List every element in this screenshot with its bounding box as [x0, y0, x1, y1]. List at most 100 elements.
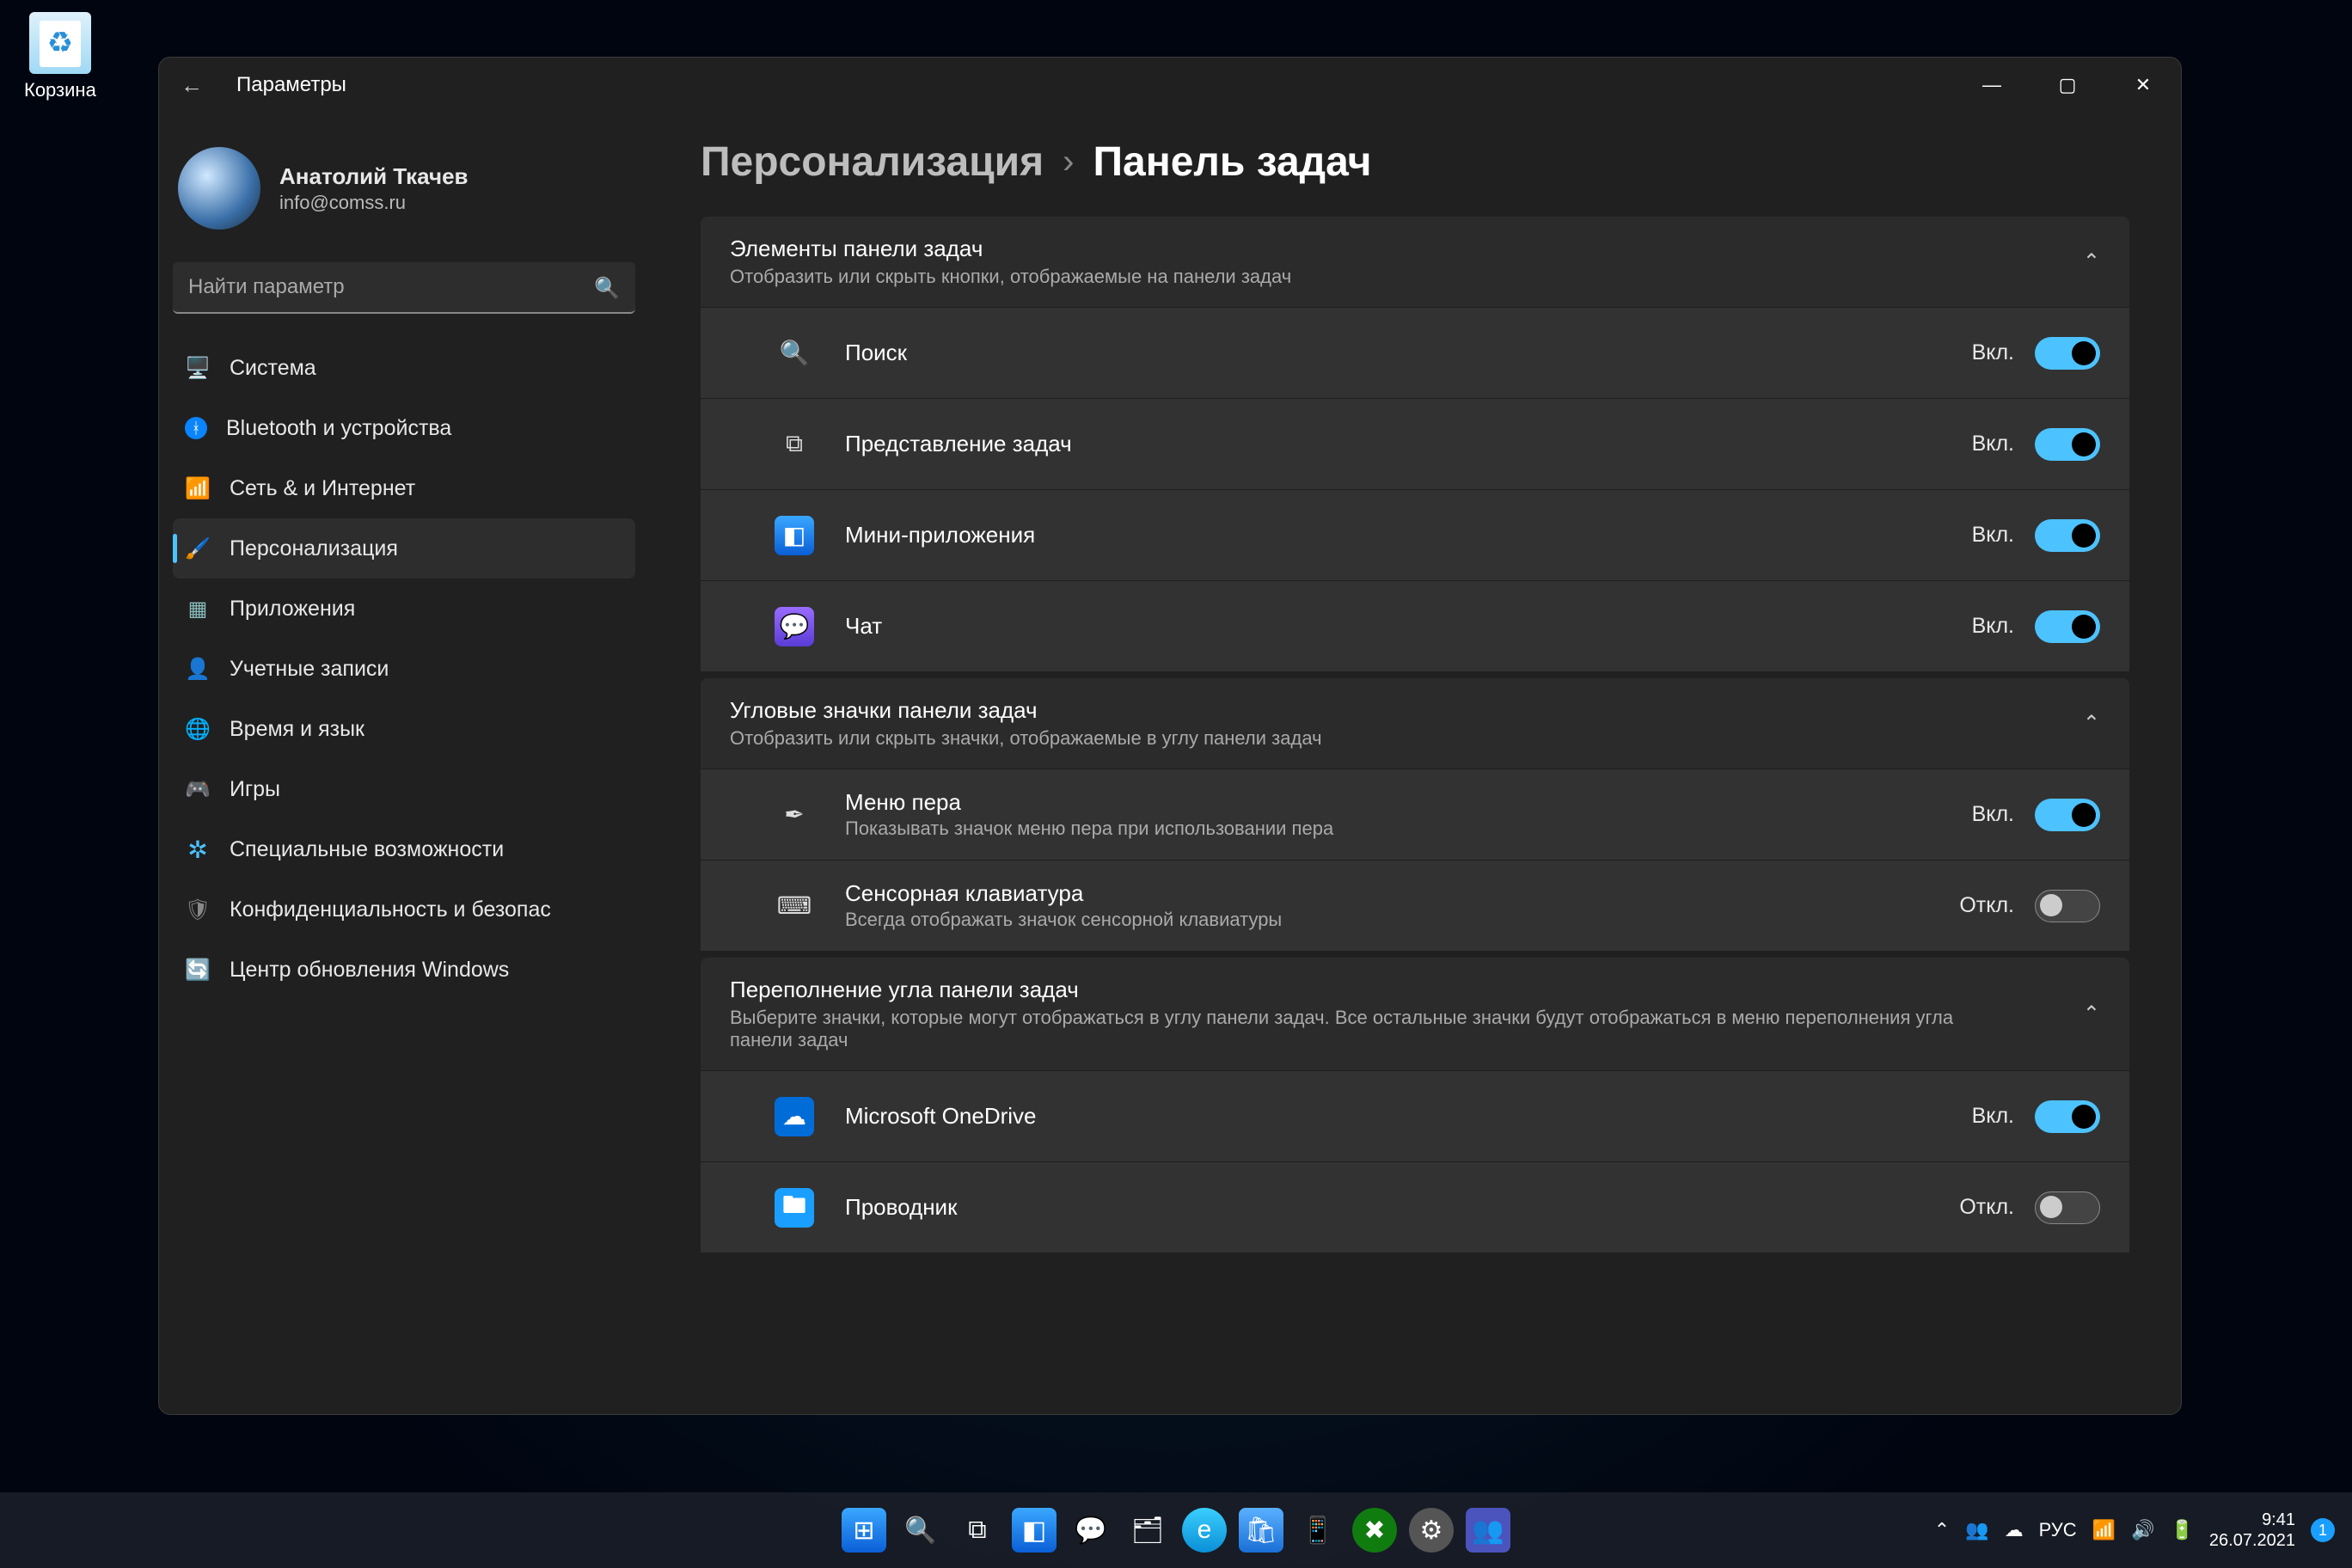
- search-box[interactable]: 🔍: [173, 262, 635, 314]
- tray-date: 26.07.2021: [2209, 1530, 2295, 1551]
- sidebar-icon: 🎮: [185, 776, 211, 802]
- tray-teams-icon[interactable]: 👥: [1965, 1519, 1988, 1541]
- section-corner-icons: Угловые значки панели задач Отобразить и…: [701, 678, 2129, 951]
- sidebar-icon: 🖌️: [185, 536, 211, 561]
- sidebar-icon: ✲: [185, 836, 211, 862]
- section-title: Элементы панели задач: [730, 236, 1291, 262]
- toggle-state-label: Вкл.: [1972, 614, 2014, 639]
- profile-name: Анатолий Ткачев: [279, 163, 469, 190]
- tray-onedrive-icon[interactable]: ☁: [2005, 1519, 2024, 1541]
- explorer-icon[interactable]: 🗂: [1125, 1508, 1170, 1553]
- section-subtitle: Отобразить или скрыть значки, отображаем…: [730, 727, 1322, 750]
- section-taskbar-items: Элементы панели задач Отобразить или скр…: [701, 217, 2129, 671]
- sidebar-item-1[interactable]: ᚼBluetooth и устройства: [173, 398, 635, 458]
- start-icon[interactable]: ⊞: [842, 1508, 886, 1553]
- sidebar-item-label: Приложения: [230, 597, 355, 622]
- search-icon: 🔍: [594, 276, 620, 301]
- setting-label: Мини-приложения: [845, 522, 1035, 548]
- setting-label: Меню пера: [845, 789, 1333, 816]
- back-button[interactable]: ←: [168, 72, 216, 99]
- sidebar-item-7[interactable]: 🎮Игры: [173, 759, 635, 819]
- settings-icon[interactable]: ⚙: [1409, 1508, 1454, 1553]
- tray-battery-icon[interactable]: 🔋: [2170, 1519, 2193, 1541]
- minimize-button[interactable]: —: [1954, 58, 2030, 113]
- sidebar-item-5[interactable]: 👤Учетные записи: [173, 639, 635, 699]
- toggle-switch[interactable]: [2035, 1100, 2100, 1133]
- section-header[interactable]: Элементы панели задач Отобразить или скр…: [701, 217, 2129, 307]
- setting-icon: 🖿: [775, 1188, 814, 1228]
- tray-clock[interactable]: 9:41 26.07.2021: [2209, 1510, 2295, 1551]
- sidebar-item-2[interactable]: 📶Сеть & и Интернет: [173, 458, 635, 518]
- setting-icon: 🔍: [775, 334, 814, 373]
- setting-icon: ⌨: [775, 886, 814, 926]
- chat-icon[interactable]: 💬: [1069, 1508, 1113, 1553]
- notification-badge[interactable]: 1: [2311, 1518, 2335, 1542]
- setting-icon: ◧: [775, 516, 814, 555]
- toggle-state-label: Откл.: [1959, 893, 2014, 918]
- toggle-switch[interactable]: [2035, 428, 2100, 461]
- sidebar-item-label: Персонализация: [230, 536, 398, 561]
- toggle-switch[interactable]: [2035, 890, 2100, 922]
- sidebar-item-label: Конфиденциальность и безопас: [230, 897, 551, 922]
- sidebar-item-9[interactable]: 🛡Конфиденциальность и безопас: [173, 879, 635, 940]
- toggle-state-label: Вкл.: [1972, 802, 2014, 827]
- breadcrumb-parent[interactable]: Персонализация: [701, 138, 1044, 186]
- tray-wifi-icon[interactable]: 📶: [2092, 1519, 2116, 1541]
- avatar: [178, 147, 260, 230]
- toggle-switch[interactable]: [2035, 799, 2100, 831]
- setting-label: Проводник: [845, 1194, 957, 1221]
- sidebar-item-label: Время и язык: [230, 717, 364, 742]
- teams-icon[interactable]: 👥: [1466, 1508, 1510, 1553]
- settings-window: ← Параметры — ▢ ✕ Анатолий Ткачев info@c…: [158, 57, 2182, 1415]
- section-header[interactable]: Переполнение угла панели задач Выберите …: [701, 958, 2129, 1070]
- search-input[interactable]: [173, 262, 635, 314]
- tray-overflow-icon[interactable]: ⌃: [1934, 1519, 1950, 1541]
- section-header[interactable]: Угловые значки панели задач Отобразить и…: [701, 678, 2129, 769]
- sidebar-item-10[interactable]: 🔄Центр обновления Windows: [173, 940, 635, 1000]
- search-icon[interactable]: 🔍: [898, 1508, 943, 1553]
- tray-sound-icon[interactable]: 🔊: [2131, 1519, 2154, 1541]
- chevron-right-icon: ›: [1063, 143, 1074, 181]
- widgets-icon[interactable]: ◧: [1012, 1508, 1057, 1553]
- toggle-state-label: Вкл.: [1972, 432, 2014, 456]
- store-icon[interactable]: 🛍: [1239, 1508, 1283, 1553]
- setting-row: 🔍ПоискВкл.: [701, 307, 2129, 398]
- toggle-state-label: Вкл.: [1972, 340, 2014, 365]
- chevron-up-icon: ⌃: [2066, 249, 2100, 274]
- profile[interactable]: Анатолий Ткачев info@comss.ru: [173, 130, 635, 255]
- setting-row: ☁Microsoft OneDriveВкл.: [701, 1070, 2129, 1161]
- recycle-bin-label: Корзина: [24, 79, 96, 101]
- toggle-state-label: Откл.: [1959, 1195, 2014, 1220]
- xbox-icon[interactable]: ✖: [1352, 1508, 1397, 1553]
- sidebar-item-6[interactable]: 🌐 Время и язык: [173, 699, 635, 759]
- toggle-switch[interactable]: [2035, 519, 2100, 552]
- toggle-switch[interactable]: [2035, 337, 2100, 370]
- close-button[interactable]: ✕: [2105, 58, 2181, 113]
- edge-icon[interactable]: e: [1182, 1508, 1227, 1553]
- setting-label: Сенсорная клавиатура: [845, 880, 1282, 907]
- phone-icon[interactable]: 📱: [1295, 1508, 1340, 1553]
- sidebar-icon: 🌐: [185, 716, 211, 742]
- systray: ⌃ 👥 ☁ РУС 📶 🔊 🔋 9:41 26.07.2021 1: [1934, 1510, 2352, 1551]
- tray-time: 9:41: [2209, 1510, 2295, 1530]
- sidebar-item-0[interactable]: 🖥️Система: [173, 338, 635, 398]
- toggle-switch[interactable]: [2035, 610, 2100, 643]
- sidebar-item-4[interactable]: ▦Приложения: [173, 579, 635, 639]
- sidebar-item-8[interactable]: ✲ Специальные возможности: [173, 819, 635, 879]
- profile-email: info@comss.ru: [279, 192, 469, 214]
- section-title: Переполнение угла панели задач: [730, 977, 1976, 1003]
- sidebar-icon: 👤: [185, 656, 211, 682]
- maximize-button[interactable]: ▢: [2030, 58, 2105, 113]
- sidebar: Анатолий Ткачев info@comss.ru 🔍 🖥️Систем…: [159, 113, 649, 1414]
- taskview-icon[interactable]: ⧉: [955, 1508, 1000, 1553]
- toggle-switch[interactable]: [2035, 1191, 2100, 1224]
- sidebar-item-label: Специальные возможности: [230, 837, 504, 862]
- tray-language[interactable]: РУС: [2039, 1519, 2077, 1541]
- setting-row: ⌨Сенсорная клавиатураВсегда отображать з…: [701, 860, 2129, 951]
- recycle-bin[interactable]: Корзина: [24, 12, 96, 101]
- chevron-up-icon: ⌃: [2066, 711, 2100, 736]
- section-title: Угловые значки панели задач: [730, 697, 1322, 724]
- taskbar: ⊞ 🔍 ⧉ ◧ 💬 🗂 e 🛍 📱 ✖ ⚙ 👥 ⌃ 👥 ☁ РУС 📶 🔊 🔋 9:41 26.07.…: [0, 1492, 2352, 1568]
- setting-label: Чат: [845, 613, 882, 640]
- sidebar-item-3[interactable]: 🖌️ Персонализация: [173, 518, 635, 579]
